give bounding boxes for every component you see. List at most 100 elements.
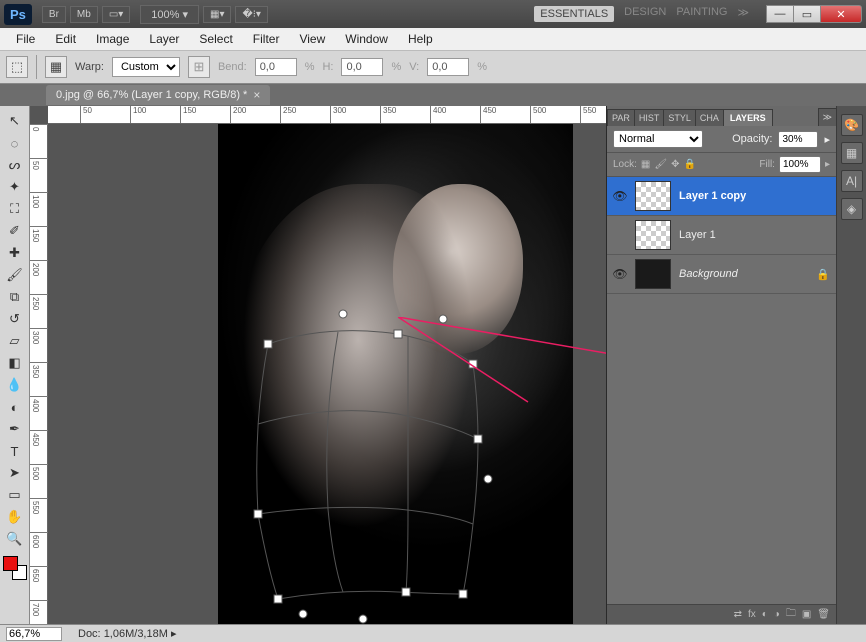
ruler-tick: 150 — [30, 226, 48, 242]
layer-thumbnail[interactable] — [635, 181, 671, 211]
screen-mode-button[interactable]: ▭▾ — [102, 6, 130, 23]
marquee-tool[interactable]: ◌ — [3, 132, 27, 154]
warp-mode-select[interactable]: Custom — [112, 57, 180, 77]
eraser-tool[interactable]: ▱ — [3, 330, 27, 352]
blur-tool[interactable]: 💧 — [3, 374, 27, 396]
layer-mask-icon[interactable]: ◐ — [762, 609, 768, 620]
layer-visibility-icon[interactable]: 👁 — [613, 267, 627, 281]
workspace-painting[interactable]: PAINTING — [676, 6, 727, 22]
layer-row[interactable]: Layer 1 — [607, 216, 836, 255]
menu-view[interactable]: View — [289, 29, 335, 49]
panel-tab-styles[interactable]: STYL — [663, 109, 696, 126]
pct1: % — [305, 61, 315, 73]
delete-layer-icon[interactable]: 🗑 — [817, 609, 830, 620]
status-zoom-input[interactable] — [6, 627, 62, 641]
ruler-horizontal[interactable]: 50 100 150 200 250 300 350 400 450 500 5… — [48, 106, 606, 124]
link-layers-icon[interactable]: ⇄ — [734, 609, 742, 620]
zoom-tool[interactable]: 🔍 — [3, 528, 27, 550]
eyedropper-tool[interactable]: ✐ — [3, 220, 27, 242]
foreground-color-swatch[interactable] — [3, 556, 18, 571]
lock-position-icon[interactable]: ✥ — [671, 159, 679, 170]
fill-flyout-icon[interactable]: ▸ — [825, 159, 830, 170]
layer-row[interactable]: 👁 Background 🔒 — [607, 255, 836, 294]
panel-tab-history[interactable]: HIST — [634, 109, 665, 126]
panel-more-icon[interactable]: ≫ — [818, 108, 837, 126]
layer-fx-icon[interactable]: fx — [748, 609, 756, 620]
menu-select[interactable]: Select — [189, 29, 242, 49]
menu-filter[interactable]: Filter — [243, 29, 290, 49]
layer-lock-icon: 🔒 — [816, 268, 830, 281]
new-layer-icon[interactable]: ▣ — [802, 609, 811, 620]
status-doc-info[interactable]: Doc: 1,06M/3,18M ▸ — [78, 627, 176, 640]
ruler-tick: 100 — [30, 192, 48, 208]
fill-label: Fill: — [759, 159, 775, 170]
hand-tool[interactable]: ✋ — [3, 506, 27, 528]
adjustment-layer-icon[interactable]: ◑ — [774, 609, 780, 620]
workspace-more-icon[interactable]: ≫ — [737, 6, 749, 22]
ruler-tick: 50 — [80, 106, 92, 124]
window-maximize-button[interactable]: ▭ — [793, 5, 821, 23]
lock-label: Lock: — [613, 159, 637, 170]
lock-transparency-icon[interactable]: ▦ — [641, 159, 650, 170]
dock-character-icon[interactable]: A| — [841, 170, 863, 192]
window-close-button[interactable]: ✕ — [820, 5, 862, 23]
crop-tool[interactable]: ⛶ — [3, 198, 27, 220]
menu-help[interactable]: Help — [398, 29, 443, 49]
move-tool[interactable]: ↖ — [3, 110, 27, 132]
window-minimize-button[interactable]: — — [766, 5, 794, 23]
ruler-tick: 550 — [30, 498, 48, 514]
zoom-level-selector[interactable]: 100% ▾ — [140, 5, 199, 24]
layer-group-icon[interactable]: 🗀 — [786, 606, 796, 623]
opacity-input[interactable] — [778, 131, 818, 148]
dock-styles-icon[interactable]: ◈ — [841, 198, 863, 220]
bridge-button[interactable]: Br — [42, 6, 66, 23]
workspace-essentials[interactable]: ESSENTIALS — [534, 6, 614, 22]
layer-thumbnail[interactable] — [635, 259, 671, 289]
layer-visibility-icon[interactable]: 👁 — [613, 189, 627, 203]
panel-tab-paragraph[interactable]: PAR — [607, 109, 635, 126]
stamp-tool[interactable]: ⧉ — [3, 286, 27, 308]
dock-swatches-icon[interactable]: ▦ — [841, 142, 863, 164]
panel-tab-layers[interactable]: LAYERS — [723, 109, 773, 126]
close-tab-icon[interactable]: × — [253, 88, 260, 102]
document-tab[interactable]: 0.jpg @ 66,7% (Layer 1 copy, RGB/8) * × — [46, 85, 270, 105]
pen-tool[interactable]: ✒ — [3, 418, 27, 440]
workspace-design[interactable]: DESIGN — [624, 6, 666, 22]
transform-tool-icon[interactable]: ⬚ — [6, 56, 28, 78]
path-selection-tool[interactable]: ➤ — [3, 462, 27, 484]
layer-name[interactable]: Background — [679, 268, 808, 280]
dodge-tool[interactable]: ◐ — [3, 396, 27, 418]
lock-all-icon[interactable]: 🔒 — [683, 159, 695, 170]
menu-layer[interactable]: Layer — [139, 29, 189, 49]
menu-edit[interactable]: Edit — [45, 29, 86, 49]
brush-tool[interactable]: 🖌 — [3, 264, 27, 286]
ruler-vertical[interactable]: 0 50 100 150 200 250 300 350 400 450 500… — [30, 124, 48, 624]
layer-name[interactable]: Layer 1 — [679, 229, 830, 241]
type-tool[interactable]: T — [3, 440, 27, 462]
fill-input[interactable] — [779, 156, 821, 173]
dock-color-icon[interactable]: 🎨 — [841, 114, 863, 136]
extras-button[interactable]: �⁝▾ — [235, 6, 267, 23]
layer-name[interactable]: Layer 1 copy — [679, 190, 830, 202]
layer-row[interactable]: 👁 Layer 1 copy — [607, 177, 836, 216]
gradient-tool[interactable]: ◧ — [3, 352, 27, 374]
shape-tool[interactable]: ▭ — [3, 484, 27, 506]
lasso-tool[interactable]: ᔕ — [3, 154, 27, 176]
panel-tab-character[interactable]: CHA — [695, 109, 724, 126]
canvas[interactable]: Перемещайте узловые точки сетки и направ… — [48, 124, 606, 624]
healing-brush-tool[interactable]: ✚ — [3, 242, 27, 264]
blend-mode-select[interactable]: Normal — [613, 130, 703, 148]
warp-grid-icon[interactable]: ▦ — [45, 56, 67, 78]
arrange-documents-button[interactable]: ▦▾ — [203, 6, 231, 23]
minibridge-button[interactable]: Mb — [70, 6, 98, 23]
layer-thumbnail[interactable] — [635, 220, 671, 250]
opacity-flyout-icon[interactable]: ▸ — [824, 133, 830, 146]
lock-pixels-icon[interactable]: 🖌 — [654, 159, 667, 170]
layer-visibility-icon[interactable] — [613, 228, 627, 242]
menu-window[interactable]: Window — [335, 29, 398, 49]
history-brush-tool[interactable]: ↺ — [3, 308, 27, 330]
menu-image[interactable]: Image — [86, 29, 139, 49]
menu-file[interactable]: File — [6, 29, 45, 49]
magic-wand-tool[interactable]: ✦ — [3, 176, 27, 198]
color-swatches[interactable] — [3, 556, 27, 580]
